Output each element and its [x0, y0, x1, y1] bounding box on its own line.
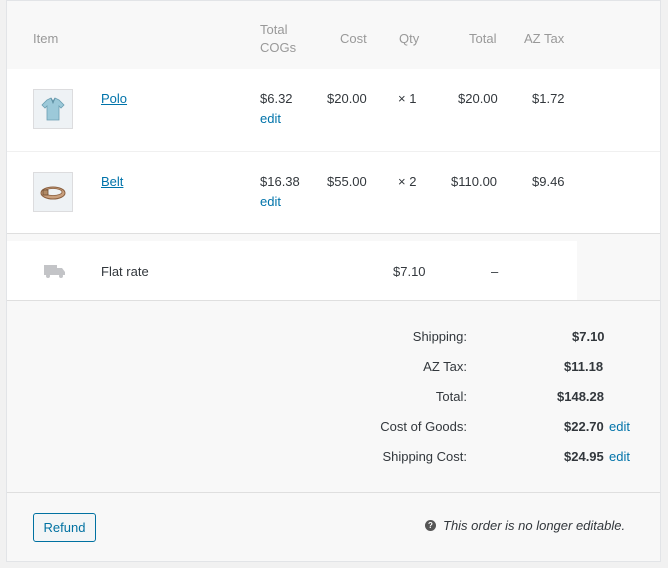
item-link-belt[interactable]: Belt — [101, 173, 123, 191]
header-item: Item — [33, 31, 59, 46]
item-total: $110.00 — [451, 174, 498, 189]
not-editable-notice: This order is no longer editable. — [443, 518, 626, 533]
header-qty: Qty — [399, 31, 420, 46]
item-cost: $55.00 — [327, 174, 367, 189]
refund-button[interactable]: Refund — [33, 513, 96, 542]
table-row: Polo $6.32 edit $20.00 × 1 $20.00 $1.72 — [7, 69, 660, 152]
cog-edit-link[interactable]: edit — [609, 418, 630, 436]
totals-cog-label: Cost of Goods: — [380, 419, 467, 434]
shipping-method-name: Flat rate — [101, 264, 149, 279]
totals-total-label: Total: — [435, 389, 467, 404]
belt-icon — [33, 172, 73, 212]
header-tax: AZ Tax — [524, 31, 565, 46]
shipping-line-cost: $7.10 — [393, 264, 426, 279]
item-qty: × 1 — [398, 91, 417, 106]
totals-cog-value: $22.70 — [564, 419, 604, 434]
item-tax: $9.46 — [532, 174, 565, 189]
totals-shipping-value: $7.10 — [572, 329, 605, 344]
cogs-edit-link[interactable]: edit — [260, 110, 281, 128]
header-total-cogs-line1: Total — [260, 22, 288, 37]
totals-tax-label: AZ Tax: — [423, 359, 467, 374]
item-link-polo[interactable]: Polo — [101, 90, 127, 108]
totals-shipping-label: Shipping: — [412, 329, 467, 344]
totals-shipping-cost-label: Shipping Cost: — [382, 449, 467, 464]
totals-tax-value: $11.18 — [564, 359, 604, 374]
header-total-cogs-line2: COGs — [260, 40, 297, 55]
header-total: Total — [469, 31, 497, 46]
header-cost: Cost — [340, 31, 367, 46]
divider — [7, 300, 660, 301]
item-tax: $1.72 — [532, 91, 565, 106]
shipping-line-row: Flat rate $7.10 – — [7, 241, 577, 300]
item-cost: $20.00 — [327, 91, 367, 106]
cogs-edit-link[interactable]: edit — [260, 193, 281, 211]
truck-icon — [44, 263, 66, 282]
table-row: Belt $16.38 edit $55.00 × 2 $110.00 $9.4… — [7, 152, 660, 234]
shipping-line-tax: – — [491, 264, 499, 279]
totals-total-value: $148.28 — [557, 389, 604, 404]
polo-shirt-icon — [33, 89, 73, 129]
help-icon: ? — [425, 520, 436, 531]
item-qty: × 2 — [398, 174, 417, 189]
divider — [7, 492, 660, 493]
table-header: Item Total COGs Cost Qty Total AZ Tax — [7, 1, 660, 69]
shipping-cost-edit-link[interactable]: edit — [609, 448, 630, 466]
order-items-panel: Item Total COGs Cost Qty Total AZ Tax Po… — [6, 0, 661, 562]
item-cogs: $6.32 — [260, 91, 293, 106]
item-cogs: $16.38 — [260, 174, 300, 189]
totals-shipping-cost-value: $24.95 — [564, 449, 604, 464]
item-total: $20.00 — [458, 91, 498, 106]
